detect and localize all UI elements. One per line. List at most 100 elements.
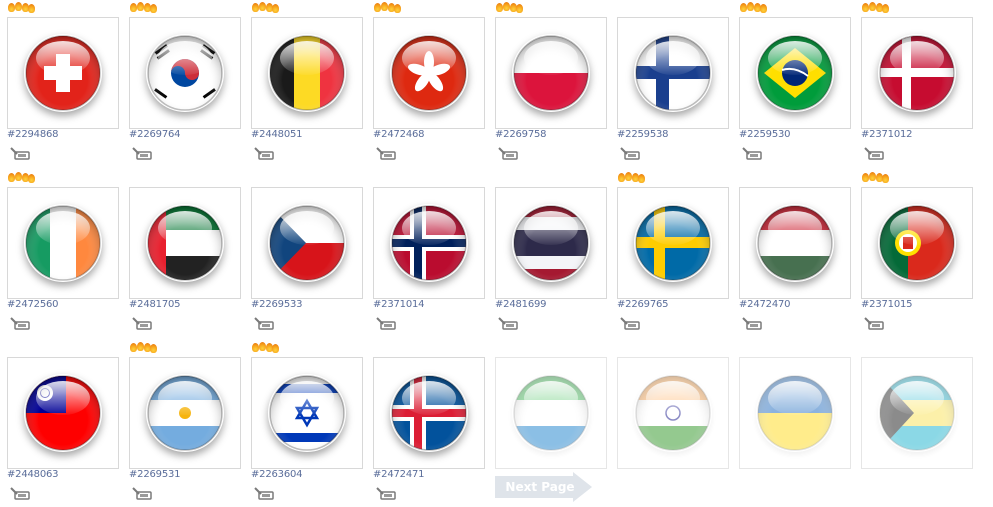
next-page-label: Next Page [505, 480, 575, 494]
hong-kong-flag-icon [390, 34, 468, 112]
flag-thumbnail-belgium[interactable] [251, 17, 363, 129]
flag-icon-item: #2481705 [129, 172, 241, 332]
item-id-link[interactable]: #2472471 [373, 469, 425, 480]
flame-icon [861, 2, 889, 14]
flame-icon [251, 2, 279, 14]
item-id-link[interactable]: #2259538 [617, 129, 669, 140]
hungary-flag-icon [756, 204, 834, 282]
download-icon[interactable] [9, 485, 31, 500]
flag-icon-item: #2269764 [129, 2, 241, 162]
flag-icon-item: #2371012 [861, 2, 973, 162]
download-icon[interactable] [253, 145, 275, 160]
download-icon[interactable] [863, 145, 885, 160]
portugal-flag-icon [878, 204, 956, 282]
download-icon[interactable] [375, 485, 397, 500]
download-icon[interactable] [863, 315, 885, 330]
flag-thumbnail-ukraine[interactable] [739, 357, 851, 469]
flag-icon-item: #2371014 [373, 172, 485, 332]
next-page-button[interactable]: Next Page [495, 472, 593, 502]
flag-icon-item: #2263604 [251, 342, 363, 502]
israel-flag-icon [268, 374, 346, 452]
item-id-link[interactable]: #2269764 [129, 129, 181, 140]
download-icon[interactable] [131, 315, 153, 330]
flag-icon-item [617, 342, 729, 502]
item-id-link[interactable]: #2448051 [251, 129, 303, 140]
flag-icon-item: #2371015 [861, 172, 973, 332]
iceland-flag-icon [390, 374, 468, 452]
item-id-link[interactable]: #2294868 [7, 129, 59, 140]
item-id-link[interactable]: #2269758 [495, 129, 547, 140]
czech-republic-flag-icon [268, 204, 346, 282]
flame-icon [7, 172, 35, 184]
item-id-link[interactable]: #2472560 [7, 299, 59, 310]
download-icon[interactable] [741, 315, 763, 330]
denmark-flag-icon [878, 34, 956, 112]
flame-icon [495, 2, 523, 14]
download-icon[interactable] [131, 485, 153, 500]
flame-icon [7, 2, 35, 14]
flag-thumbnail-ireland[interactable] [7, 187, 119, 299]
flag-thumbnail-israel[interactable] [251, 357, 363, 469]
flag-thumbnail-hong-kong[interactable] [373, 17, 485, 129]
item-id-link[interactable]: #2269533 [251, 299, 303, 310]
item-id-link[interactable]: #2472470 [739, 299, 791, 310]
flag-thumbnail-bahamas[interactable] [861, 357, 973, 469]
sweden-flag-icon [634, 204, 712, 282]
flag-thumbnail-taiwan[interactable] [7, 357, 119, 469]
download-icon[interactable] [741, 145, 763, 160]
download-icon[interactable] [131, 145, 153, 160]
sierra-leone-flag-icon [512, 374, 590, 452]
item-id-link[interactable]: #2448063 [7, 469, 59, 480]
finland-flag-icon [634, 34, 712, 112]
download-icon[interactable] [619, 145, 641, 160]
download-icon[interactable] [9, 145, 31, 160]
download-icon[interactable] [9, 315, 31, 330]
item-id-link[interactable]: #2269765 [617, 299, 669, 310]
download-icon[interactable] [375, 145, 397, 160]
uae-flag-icon [146, 204, 224, 282]
item-id-link[interactable]: #2472468 [373, 129, 425, 140]
download-icon[interactable] [619, 315, 641, 330]
flag-thumbnail-norway[interactable] [373, 187, 485, 299]
flag-thumbnail-denmark[interactable] [861, 17, 973, 129]
flag-thumbnail-south-korea[interactable] [129, 17, 241, 129]
flag-icon-item: #2269531 [129, 342, 241, 502]
flag-thumbnail-sweden[interactable] [617, 187, 729, 299]
item-id-link[interactable]: #2371012 [861, 129, 913, 140]
flag-thumbnail-hungary[interactable] [739, 187, 851, 299]
ukraine-flag-icon [756, 374, 834, 452]
flag-thumbnail-sierra-leone[interactable] [495, 357, 607, 469]
download-icon[interactable] [253, 485, 275, 500]
flag-thumbnail-iceland[interactable] [373, 357, 485, 469]
flag-thumbnail-argentina[interactable] [129, 357, 241, 469]
norway-flag-icon [390, 204, 468, 282]
thailand-flag-icon [512, 204, 590, 282]
flag-thumbnail-brazil[interactable] [739, 17, 851, 129]
flag-thumbnail-switzerland[interactable] [7, 17, 119, 129]
flag-icon-item: #2472471 [373, 342, 485, 502]
flag-thumbnail-finland[interactable] [617, 17, 729, 129]
flag-thumbnail-poland[interactable] [495, 17, 607, 129]
item-id-link[interactable]: #2481699 [495, 299, 547, 310]
flag-thumbnail-uae[interactable] [129, 187, 241, 299]
item-id-link[interactable]: #2269531 [129, 469, 181, 480]
download-icon[interactable] [375, 315, 397, 330]
download-icon[interactable] [497, 145, 519, 160]
item-id-link[interactable]: #2371015 [861, 299, 913, 310]
flag-icon-item [739, 342, 851, 502]
item-id-link[interactable]: #2481705 [129, 299, 181, 310]
argentina-flag-icon [146, 374, 224, 452]
flame-icon [739, 2, 767, 14]
flame-icon [373, 2, 401, 14]
flag-thumbnail-czech-republic[interactable] [251, 187, 363, 299]
item-id-link[interactable]: #2263604 [251, 469, 303, 480]
download-icon[interactable] [253, 315, 275, 330]
item-id-link[interactable]: #2259530 [739, 129, 791, 140]
poland-flag-icon [512, 34, 590, 112]
flag-thumbnail-portugal[interactable] [861, 187, 973, 299]
flag-icon-item: #2269533 [251, 172, 363, 332]
item-id-link[interactable]: #2371014 [373, 299, 425, 310]
download-icon[interactable] [497, 315, 519, 330]
flag-thumbnail-thailand[interactable] [495, 187, 607, 299]
flag-thumbnail-india[interactable] [617, 357, 729, 469]
